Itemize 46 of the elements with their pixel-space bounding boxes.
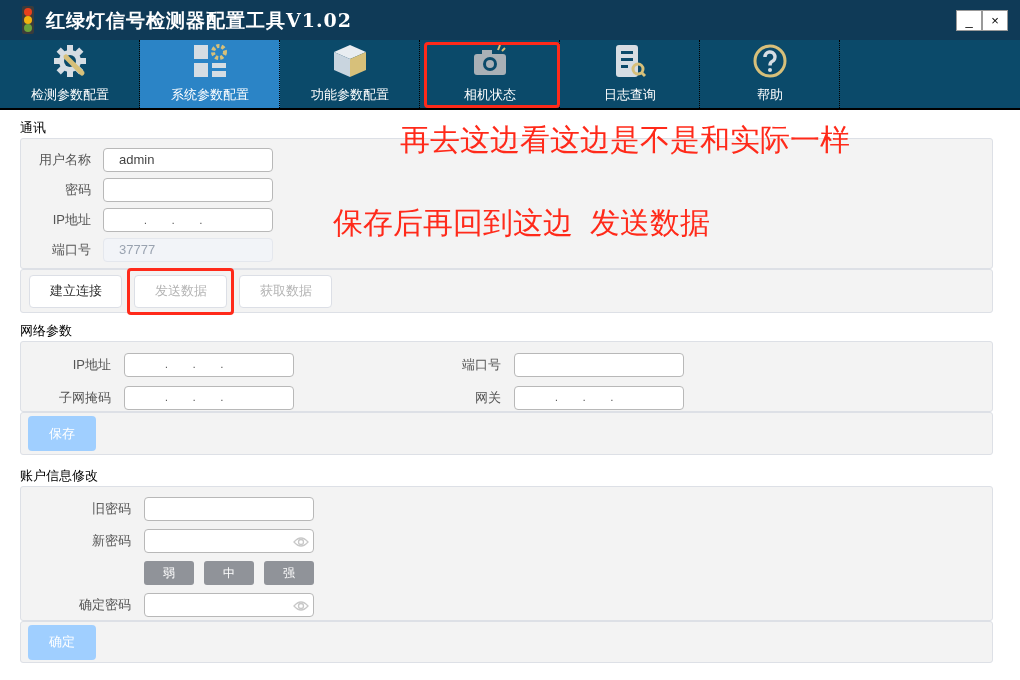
help-icon: [751, 43, 788, 80]
field-label: 子网掩码: [58, 388, 111, 407]
nav-tab[interactable]: 功能参数配置: [280, 40, 420, 108]
traffic-light-icon: [22, 6, 34, 34]
nav-tab[interactable]: 帮助: [700, 40, 840, 108]
input-field[interactable]: [144, 497, 314, 521]
nav-tab[interactable]: 相机状态: [420, 40, 560, 108]
input-field[interactable]: [144, 593, 314, 617]
eye-icon[interactable]: [293, 600, 309, 612]
annotation-text: 保存后再回到这边 发送数据: [333, 205, 710, 241]
input-field[interactable]: [514, 352, 684, 377]
window-title: 红绿灯信号检测器配置工具V1.02: [46, 7, 353, 33]
input-field[interactable]: . . .: [103, 208, 273, 232]
input-field[interactable]: . . .: [124, 385, 294, 410]
field-label: 旧密码: [91, 500, 131, 519]
field-label: 端口号: [461, 355, 501, 374]
section-title: 通讯: [20, 119, 46, 137]
strength-indicator: 中: [204, 561, 254, 585]
input-field[interactable]: admin: [103, 148, 273, 172]
nav-tab[interactable]: 检测参数配置: [0, 40, 140, 108]
annotation-text: 再去这边看这边是不是和实际一样: [400, 122, 850, 158]
input-field[interactable]: . . .: [124, 352, 294, 377]
field-label: 确定密码: [78, 596, 131, 615]
minimize-button[interactable]: _: [956, 10, 982, 31]
input-field[interactable]: [103, 178, 273, 202]
field-label: 端口号: [51, 241, 91, 260]
field-label: IP地址: [71, 355, 111, 374]
strength-indicator: 强: [264, 561, 314, 585]
input-field[interactable]: . . .: [514, 385, 684, 410]
action-button[interactable]: 建立连接: [29, 274, 122, 308]
strength-indicator: 弱: [144, 561, 194, 585]
field-label: 密码: [64, 181, 91, 200]
nav-tab[interactable]: 系统参数配置: [140, 40, 280, 108]
section-title: 账户信息修改: [20, 467, 98, 485]
section-title: 网络参数: [20, 322, 72, 340]
tiles-gear-icon: [191, 43, 228, 80]
nav-tab[interactable]: 日志查询: [560, 40, 700, 108]
cube-icon: [331, 43, 368, 80]
input-field[interactable]: [144, 529, 314, 553]
gear-wrench-icon: [51, 43, 88, 80]
field-label: IP地址: [51, 211, 91, 230]
eye-icon[interactable]: [293, 536, 309, 548]
field-label: 新密码: [91, 532, 131, 551]
field-label: 网关: [474, 388, 501, 407]
close-button[interactable]: ×: [982, 10, 1008, 31]
field-label: 用户名称: [38, 151, 91, 170]
